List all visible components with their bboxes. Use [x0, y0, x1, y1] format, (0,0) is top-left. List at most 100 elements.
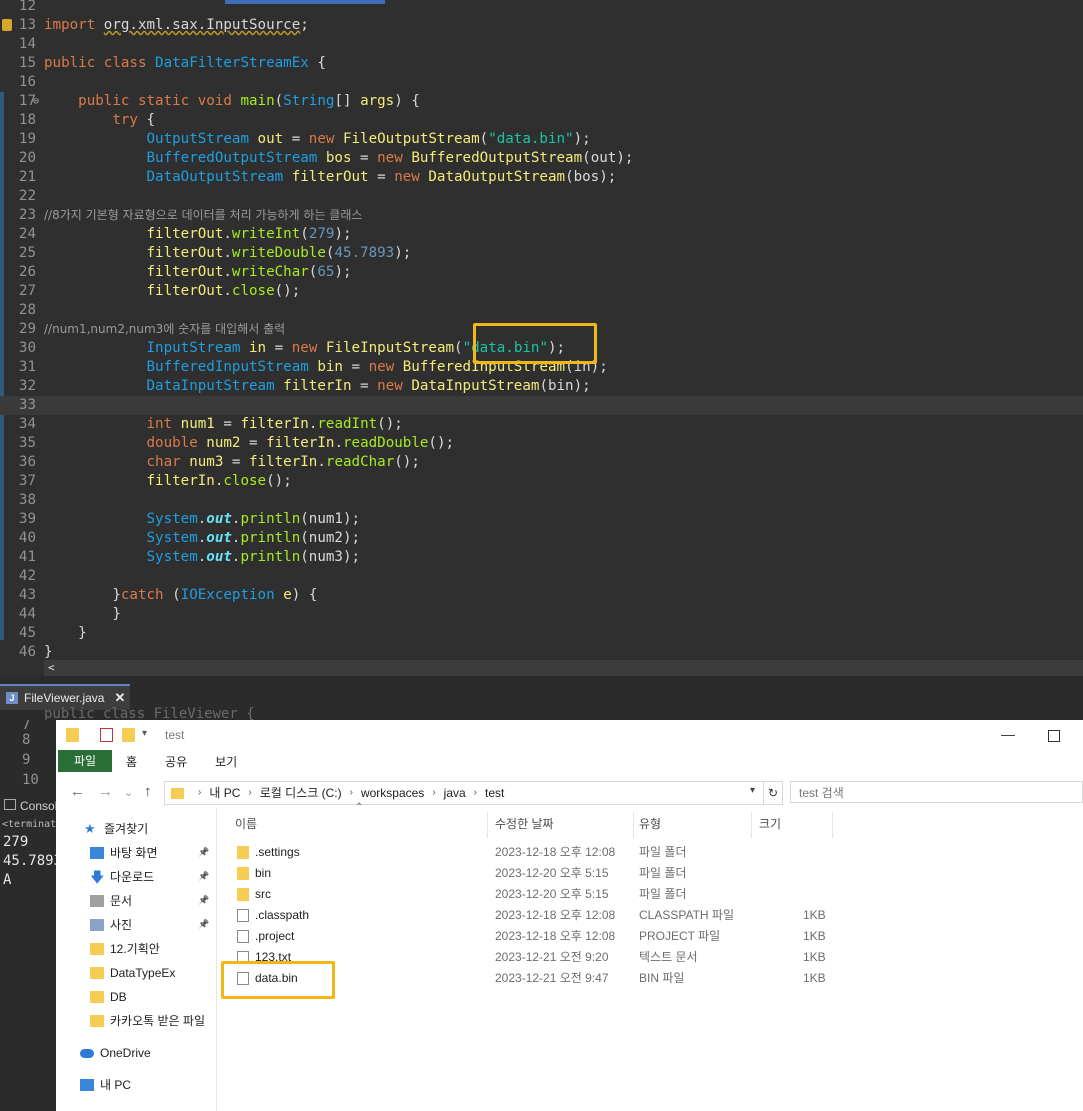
code-line[interactable]: 45 } [0, 624, 1083, 643]
nav-item[interactable]: ★ 즐겨찾기 [84, 818, 148, 840]
address-dropdown-icon[interactable]: ▾ [750, 785, 755, 796]
fold-icon[interactable]: ⊖ [33, 92, 39, 111]
pin-icon[interactable]: 📌 [198, 895, 209, 906]
pin-icon[interactable]: 📌 [198, 847, 209, 858]
code-line[interactable]: 14 [0, 35, 1083, 54]
code-line[interactable]: 23 //8가지 기본형 자료형으로 데이터를 처리 가능하게 하는 클래스 [0, 206, 1083, 225]
file-row[interactable]: src 2023-12-20 오후 5:15 파일 폴더 [217, 884, 1083, 905]
nav-item[interactable]: 사진 [90, 914, 132, 936]
code-text: filterOut.close(); [146, 283, 301, 299]
nav-item[interactable]: DataTypeEx [90, 962, 175, 984]
line-number: 16 [18, 74, 36, 90]
nav-item-label: 즐겨찾기 [104, 822, 149, 836]
code-line[interactable]: 16 [0, 73, 1083, 92]
code-line[interactable]: 17 ⊖ public static void main(String[] arg… [0, 92, 1083, 111]
code-line[interactable]: 38 [0, 491, 1083, 510]
code-line[interactable]: 40 System.out.println(num2); [0, 529, 1083, 548]
code-line[interactable]: 28 [0, 301, 1083, 320]
code-line[interactable]: 37 filterIn.close(); [0, 472, 1083, 491]
warning-icon[interactable] [2, 19, 12, 31]
nav-item[interactable]: DB [90, 986, 127, 1008]
file-row[interactable]: .classpath 2023-12-18 오후 12:08 CLASSPATH 파… [217, 905, 1083, 926]
up-button[interactable]: ↑ [144, 783, 152, 800]
editor-tab-strip: J FileViewer.java ✕ public class FileVie… [0, 676, 1083, 722]
desktop-icon [90, 847, 104, 859]
file-row[interactable]: .project 2023-12-18 오후 12:08 PROJECT 파일 1KB [217, 926, 1083, 947]
nav-item[interactable]: 바탕 화면 [90, 842, 158, 864]
back-button[interactable]: ← [70, 783, 85, 800]
code-line[interactable]: 24 filterOut.writeInt(279); [0, 225, 1083, 244]
code-line[interactable]: 33 [0, 396, 1083, 415]
customize-quick-access-icon[interactable]: ▾ [142, 728, 147, 739]
line-number: 45 [18, 625, 36, 641]
tab-console[interactable]: Console [0, 795, 56, 817]
line-number: 36 [18, 454, 36, 470]
close-icon[interactable]: ✕ [114, 690, 125, 706]
nav-item[interactable]: 문서 [90, 890, 132, 912]
code-line[interactable]: 13 import org.xml.sax.InputSource; [0, 16, 1083, 35]
code-text: char num3 = filterIn.readChar(); [146, 454, 420, 470]
search-input[interactable]: test 검색 [790, 781, 1083, 803]
recent-locations-button[interactable]: ⌄ [124, 786, 133, 799]
breadcrumb-item[interactable]: workspaces [361, 782, 424, 804]
code-line[interactable]: 20 BufferedOutputStream bos = new Buffer… [0, 149, 1083, 168]
code-line[interactable]: 32 DataInputStream filterIn = new DataIn… [0, 377, 1083, 396]
column-header-date[interactable]: 수정한 날짜 [495, 815, 554, 831]
new-folder-icon[interactable] [122, 728, 135, 742]
breadcrumb-item[interactable]: 내 PC [209, 782, 240, 804]
code-line[interactable]: 34 int num1 = filterIn.readInt(); [0, 415, 1083, 434]
address-bar[interactable]: › 내 PC › 로컬 디스크 (C:) › workspaces › java… [164, 781, 764, 805]
code-line[interactable]: 25 filterOut.writeDouble(45.7893); [0, 244, 1083, 263]
column-header-type[interactable]: 유형 [639, 815, 661, 831]
forward-button[interactable]: → [98, 783, 113, 800]
horizontal-scrollbar[interactable]: < [44, 660, 1083, 676]
code-line[interactable]: 21 DataOutputStream filterOut = new Data… [0, 168, 1083, 187]
code-line[interactable]: 44 } [0, 605, 1083, 624]
tab-file[interactable]: 파일 [58, 750, 112, 772]
code-line[interactable]: 26 filterOut.writeChar(65); [0, 263, 1083, 282]
nav-item[interactable]: 카카오톡 받은 파일 [90, 1010, 205, 1032]
tab-view[interactable]: 보기 [201, 753, 251, 770]
code-editor[interactable]: 12 13 import org.xml.sax.InputSource; 14 15 p… [0, 0, 1083, 676]
nav-item[interactable]: 🡇 다운로드 [90, 866, 154, 888]
column-header-name[interactable]: 이름 [235, 815, 257, 831]
code-line[interactable]: 12 [0, 0, 1083, 16]
code-line[interactable]: 35 double num2 = filterIn.readDouble(); [0, 434, 1083, 453]
folder-icon[interactable] [66, 728, 79, 742]
nav-item[interactable]: 12.기획안 [90, 938, 160, 960]
code-line[interactable]: 43 }catch (IOException e) { [0, 586, 1083, 605]
code-line[interactable]: 36 char num3 = filterIn.readChar(); [0, 453, 1083, 472]
breadcrumb-item[interactable]: java [444, 782, 466, 804]
tab-home[interactable]: 홈 [112, 753, 151, 770]
breadcrumb-item[interactable]: 로컬 디스크 (C:) [260, 782, 342, 804]
file-date: 2023-12-21 오전 9:47 [495, 971, 609, 985]
breadcrumb-item[interactable]: test [485, 782, 504, 804]
code-line[interactable]: 15 public class DataFilterStreamEx { [0, 54, 1083, 73]
file-row[interactable]: data.bin 2023-12-21 오전 9:47 BIN 파일 1KB [217, 968, 1083, 989]
nav-item[interactable]: 내 PC [80, 1074, 131, 1096]
folder-icon [171, 787, 184, 799]
file-row[interactable]: 123.txt 2023-12-21 오전 9:20 텍스트 문서 1KB [217, 947, 1083, 968]
maximize-icon[interactable] [1048, 730, 1060, 742]
code-line[interactable]: 41 System.out.println(num3); [0, 548, 1083, 567]
code-line[interactable]: 39 System.out.println(num1); [0, 510, 1083, 529]
refresh-button[interactable]: ↻ [763, 781, 783, 805]
column-header-size[interactable]: 크기 [759, 815, 781, 831]
code-line[interactable]: 19 OutputStream out = new FileOutputStre… [0, 130, 1083, 149]
code-line[interactable]: 42 [0, 567, 1083, 586]
pin-icon[interactable]: 📌 [198, 871, 209, 882]
properties-icon[interactable] [100, 728, 113, 742]
code-text: } [44, 644, 53, 660]
file-row[interactable]: .settings 2023-12-18 오후 12:08 파일 폴더 [217, 842, 1083, 863]
line-number: 22 [18, 188, 36, 204]
minimize-icon[interactable]: — [1001, 726, 1015, 742]
folder-icon [237, 867, 249, 880]
nav-item[interactable]: OneDrive [80, 1042, 151, 1064]
file-row[interactable]: bin 2023-12-20 오후 5:15 파일 폴더 [217, 863, 1083, 884]
code-line[interactable]: 22 [0, 187, 1083, 206]
tab-share[interactable]: 공유 [151, 753, 201, 770]
code-line[interactable]: 27 filterOut.close(); [0, 282, 1083, 301]
second-editor-gutter: 7 8 9 10 < [0, 720, 73, 858]
pin-icon[interactable]: 📌 [198, 919, 209, 930]
code-line[interactable]: 18 try { [0, 111, 1083, 130]
